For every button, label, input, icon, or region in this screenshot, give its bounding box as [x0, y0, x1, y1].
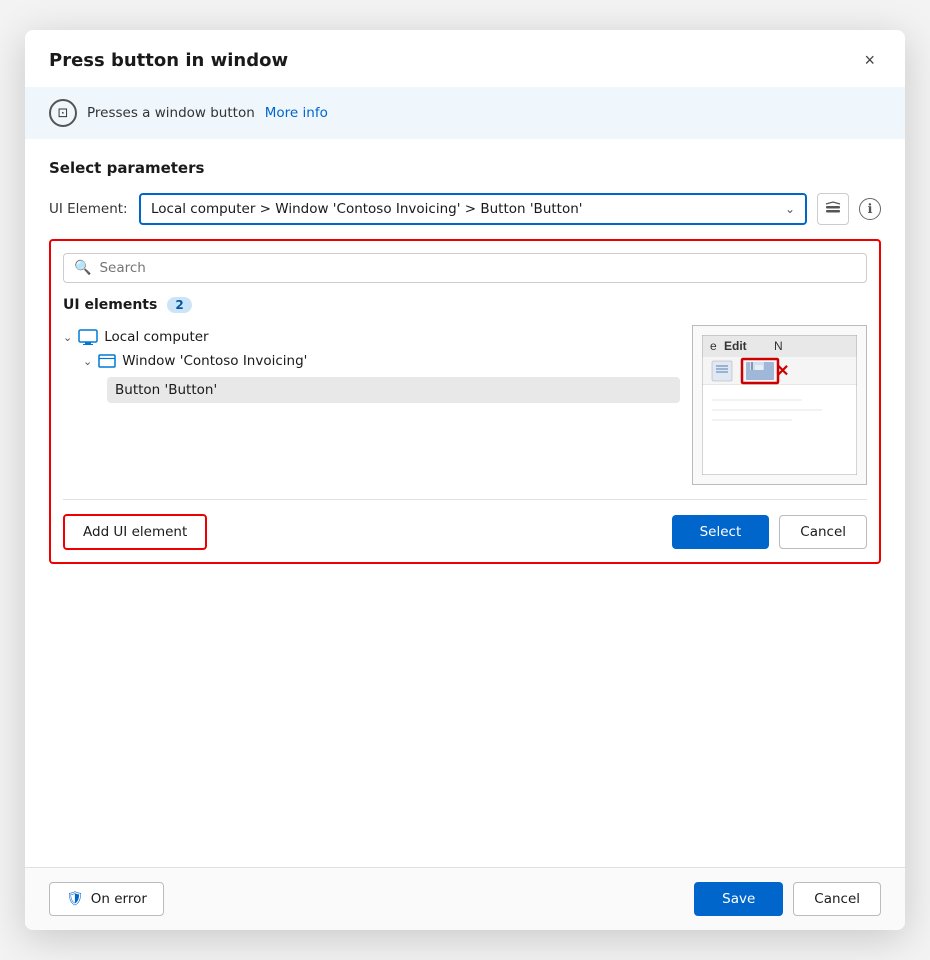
- chevron-icon: ⌄: [83, 355, 92, 368]
- tree-item-button[interactable]: Button 'Button': [63, 373, 680, 407]
- dropdown-footer: Add UI element Select Cancel: [63, 499, 867, 550]
- chevron-down-icon: ⌄: [785, 202, 795, 216]
- close-button[interactable]: ×: [858, 48, 881, 73]
- on-error-button[interactable]: 🛡 On error: [49, 882, 164, 916]
- dialog-footer: 🛡 On error Save Cancel: [25, 867, 905, 930]
- search-box: 🔍: [63, 253, 867, 283]
- search-icon: 🔍: [74, 260, 91, 276]
- dropdown-panel: 🔍 UI elements 2 ⌄: [49, 239, 881, 564]
- window-contoso-label: Window 'Contoso Invoicing': [122, 353, 307, 369]
- preview-thumbnail: e Edit N: [692, 325, 867, 485]
- on-error-label: On error: [91, 891, 147, 907]
- tree-content: ⌄ Local computer ⌄: [63, 325, 867, 485]
- dialog-title: Press button in window: [49, 50, 288, 71]
- dialog-header: Press button in window ×: [25, 30, 905, 87]
- section-title: Select parameters: [49, 159, 881, 177]
- svg-text:N: N: [774, 339, 783, 353]
- save-button[interactable]: Save: [694, 882, 783, 916]
- tree-section-label: UI elements: [63, 297, 157, 313]
- tree-list: ⌄ Local computer ⌄: [63, 325, 680, 485]
- tree-item-window-contoso[interactable]: ⌄ Window 'Contoso Invoicing': [63, 349, 680, 373]
- shield-icon: 🛡: [66, 891, 84, 907]
- info-icon[interactable]: ℹ: [859, 198, 881, 220]
- ui-elements-badge: 2: [167, 297, 191, 313]
- search-input[interactable]: [99, 260, 856, 276]
- tree-item-local-computer[interactable]: ⌄ Local computer: [63, 325, 680, 349]
- tree-section-header: UI elements 2: [63, 297, 867, 313]
- press-button-icon: ⊡: [49, 99, 77, 127]
- footer-right-buttons: Save Cancel: [694, 882, 881, 916]
- ui-element-field-row: UI Element: Local computer > Window 'Con…: [49, 193, 881, 225]
- preview-svg: e Edit N: [702, 335, 857, 475]
- dropdown-action-buttons: Select Cancel: [672, 515, 867, 549]
- local-computer-label: Local computer: [104, 329, 208, 345]
- dialog-body: Select parameters UI Element: Local comp…: [25, 139, 905, 867]
- chevron-icon: ⌄: [63, 331, 72, 344]
- button-item-label: Button 'Button': [107, 377, 680, 403]
- ui-element-select[interactable]: Local computer > Window 'Contoso Invoici…: [139, 193, 807, 225]
- cancel-main-button[interactable]: Cancel: [793, 882, 881, 916]
- dialog: Press button in window × ⊡ Presses a win…: [25, 30, 905, 930]
- svg-text:Edit: Edit: [724, 339, 747, 353]
- svg-text:✕: ✕: [776, 363, 789, 380]
- layers-button[interactable]: [817, 193, 849, 225]
- window-icon: [98, 354, 116, 368]
- svg-text:e: e: [710, 339, 717, 353]
- select-button[interactable]: Select: [672, 515, 770, 549]
- ui-element-value: Local computer > Window 'Contoso Invoici…: [151, 201, 785, 217]
- info-banner: ⊡ Presses a window button More info: [25, 87, 905, 139]
- add-ui-element-button[interactable]: Add UI element: [63, 514, 207, 550]
- info-text: Presses a window button: [87, 105, 255, 121]
- cancel-dropdown-button[interactable]: Cancel: [779, 515, 867, 549]
- ui-element-label: UI Element:: [49, 201, 129, 217]
- more-info-link[interactable]: More info: [265, 105, 328, 121]
- monitor-icon: [78, 329, 98, 345]
